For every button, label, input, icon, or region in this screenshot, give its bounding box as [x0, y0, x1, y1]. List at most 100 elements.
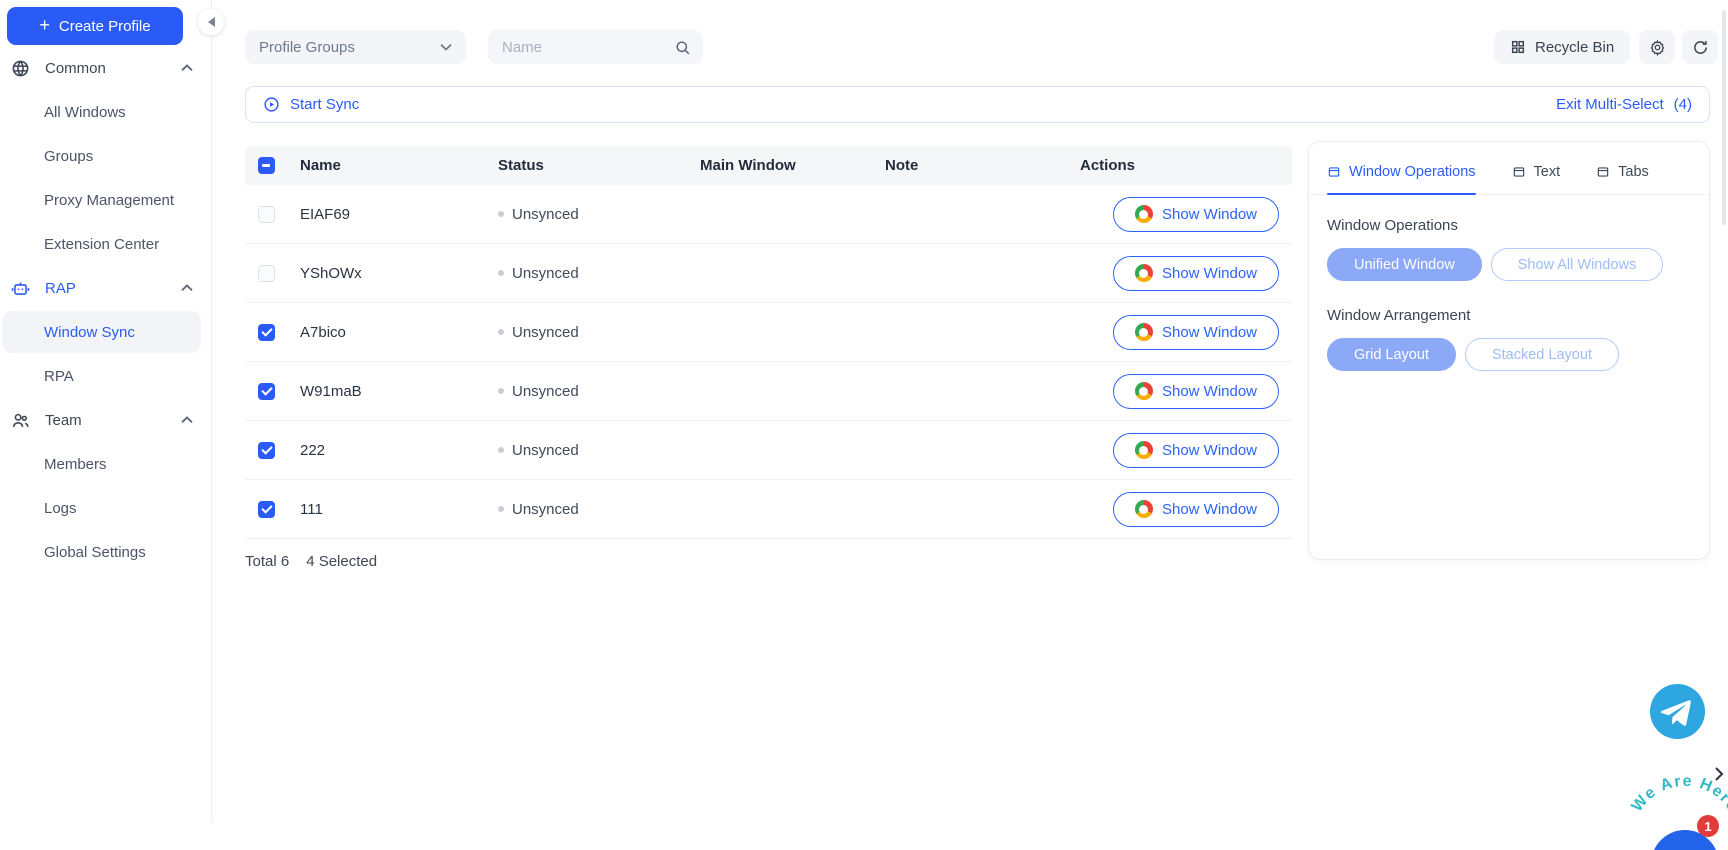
chevron-down-icon: [440, 43, 452, 51]
profile-name: A7bico: [300, 324, 498, 341]
chrome-icon: [1135, 441, 1153, 459]
profile-name: YShOWx: [300, 265, 498, 282]
edge-expand-chevron[interactable]: [1714, 766, 1726, 782]
status-text: Unsynced: [512, 501, 579, 518]
team-icon: [11, 411, 30, 430]
row-checkbox[interactable]: [258, 383, 275, 400]
sidebar-group-label: RAP: [45, 280, 181, 297]
show-window-button[interactable]: Show Window: [1113, 197, 1279, 232]
settings-button[interactable]: [1639, 30, 1675, 64]
create-profile-label: Create Profile: [59, 18, 151, 35]
recycle-bin-button[interactable]: Recycle Bin: [1494, 30, 1630, 64]
show-all-windows-button[interactable]: Show All Windows: [1491, 248, 1663, 281]
sync-toolbar: Start Sync Exit Multi-Select (4): [245, 86, 1710, 123]
status-dot: [498, 388, 504, 394]
sidebar-collapse-button[interactable]: [198, 9, 224, 35]
refresh-button[interactable]: [1682, 30, 1718, 64]
column-header-name: Name: [300, 157, 498, 174]
show-window-button[interactable]: Show Window: [1113, 315, 1279, 350]
scrollbar-thumb[interactable]: [1722, 10, 1726, 225]
row-checkbox[interactable]: [258, 442, 275, 459]
sidebar-item-all-windows[interactable]: All Windows: [0, 90, 211, 134]
chevron-up-icon: [181, 284, 193, 292]
sidebar-item-rpa[interactable]: RPA: [0, 354, 211, 398]
play-circle-icon: [263, 96, 280, 113]
show-window-button[interactable]: Show Window: [1113, 433, 1279, 468]
status-dot: [498, 211, 504, 217]
row-checkbox[interactable]: [258, 265, 275, 282]
show-window-button[interactable]: Show Window: [1113, 256, 1279, 291]
notification-badge: [1697, 815, 1719, 837]
we-are-here-badge: We Are Here 1: [1622, 760, 1728, 850]
table-footer: Total 6 4 Selected: [245, 539, 1292, 584]
start-sync-label: Start Sync: [290, 96, 359, 113]
sidebar: + Create Profile Common All Windows Grou…: [0, 0, 212, 822]
status-dot: [498, 270, 504, 276]
sidebar-item-proxy-management[interactable]: Proxy Management: [0, 178, 211, 222]
stacked-layout-button[interactable]: Stacked Layout: [1465, 338, 1619, 371]
start-sync-button[interactable]: Start Sync: [263, 96, 359, 113]
select-all-checkbox[interactable]: [258, 157, 275, 174]
window-icon: [1327, 165, 1341, 179]
selected-count-footer: 4 Selected: [306, 553, 377, 570]
globe-icon: [11, 59, 30, 78]
chrome-icon: [1135, 382, 1153, 400]
table-row: 222 Unsynced Show Window: [245, 421, 1292, 480]
profile-name: EIAF69: [300, 206, 498, 223]
status-text: Unsynced: [512, 265, 579, 282]
sidebar-item-global-settings[interactable]: Global Settings: [0, 530, 211, 574]
column-header-main-window: Main Window: [700, 157, 885, 174]
sidebar-item-window-sync[interactable]: Window Sync: [0, 310, 211, 354]
profile-name: W91maB: [300, 383, 498, 400]
collapse-left-icon: [208, 17, 215, 27]
chrome-icon: [1135, 205, 1153, 223]
selected-count: (4): [1674, 96, 1692, 113]
window-operations-panel: Window Operations Text Tabs Window Opera…: [1308, 141, 1710, 560]
table-row: W91maB Unsynced Show Window: [245, 362, 1292, 421]
search-icon[interactable]: [674, 39, 691, 56]
profile-groups-dropdown[interactable]: Profile Groups: [245, 30, 466, 64]
sidebar-group-label: Team: [45, 412, 181, 429]
name-search-input[interactable]: [502, 39, 674, 56]
sidebar-group-label: Common: [45, 60, 181, 77]
total-count: Total 6: [245, 553, 289, 570]
table-row: 111 Unsynced Show Window: [245, 480, 1292, 539]
show-window-button[interactable]: Show Window: [1113, 492, 1279, 527]
recycle-bin-label: Recycle Bin: [1535, 39, 1614, 56]
column-header-note: Note: [885, 157, 1080, 174]
sidebar-item-groups[interactable]: Groups: [0, 134, 211, 178]
telegram-button[interactable]: [1650, 684, 1705, 739]
panel-tabs: Window Operations Text Tabs: [1309, 142, 1709, 195]
chevron-up-icon: [181, 64, 193, 72]
unified-window-button[interactable]: Unified Window: [1327, 248, 1482, 281]
profile-name: 111: [300, 501, 498, 518]
table-row: EIAF69 Unsynced Show Window: [245, 185, 1292, 244]
sidebar-item-members[interactable]: Members: [0, 442, 211, 486]
create-profile-button[interactable]: + Create Profile: [7, 7, 183, 45]
status-text: Unsynced: [512, 442, 579, 459]
sidebar-item-extension-center[interactable]: Extension Center: [0, 222, 211, 266]
row-checkbox[interactable]: [258, 501, 275, 518]
show-window-button[interactable]: Show Window: [1113, 374, 1279, 409]
tab-window-operations[interactable]: Window Operations: [1327, 164, 1476, 194]
tab-text[interactable]: Text: [1512, 164, 1561, 194]
exit-multi-select-button[interactable]: Exit Multi-Select (4): [1556, 96, 1692, 113]
grid-icon: [1510, 39, 1526, 55]
sidebar-group-team[interactable]: Team: [0, 398, 211, 442]
column-header-status: Status: [498, 157, 700, 174]
sidebar-group-common[interactable]: Common: [0, 46, 211, 90]
status-dot: [498, 329, 504, 335]
row-checkbox[interactable]: [258, 206, 275, 223]
window-icon: [1512, 165, 1526, 179]
sidebar-item-logs[interactable]: Logs: [0, 486, 211, 530]
exit-multi-select-label: Exit Multi-Select: [1556, 96, 1664, 113]
grid-layout-button[interactable]: Grid Layout: [1327, 338, 1456, 371]
tab-tabs[interactable]: Tabs: [1596, 164, 1649, 194]
chrome-icon: [1135, 264, 1153, 282]
notification-count: 1: [1704, 819, 1711, 834]
profiles-table: Name Status Main Window Note Actions EIA…: [245, 146, 1292, 584]
sidebar-group-rap[interactable]: RAP: [0, 266, 211, 310]
column-header-actions: Actions: [1080, 157, 1292, 174]
row-checkbox[interactable]: [258, 324, 275, 341]
robot-icon: [11, 279, 30, 298]
